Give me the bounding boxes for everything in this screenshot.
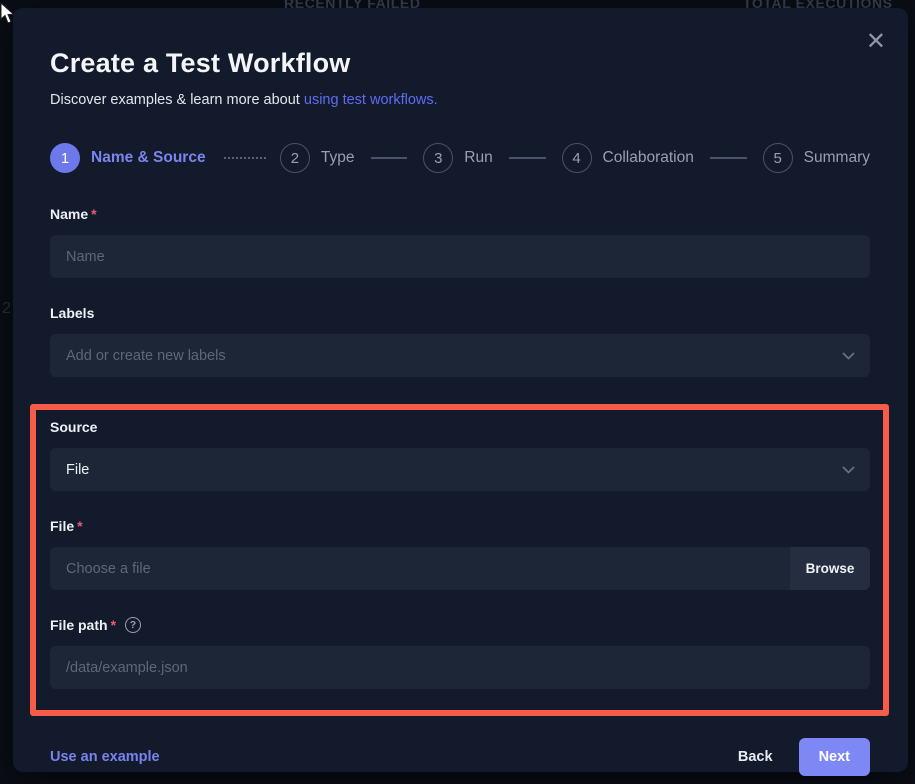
stepper-connector xyxy=(710,157,747,159)
stepper-connector xyxy=(371,157,408,159)
step-1-circle: 1 xyxy=(50,143,80,173)
use-example-link[interactable]: Use an example xyxy=(50,749,160,765)
file-input[interactable] xyxy=(50,547,790,590)
chevron-down-icon xyxy=(842,462,855,478)
close-icon[interactable]: ✕ xyxy=(866,30,886,54)
stepper-connector xyxy=(224,157,266,159)
labels-label-text: Labels xyxy=(50,305,94,321)
file-path-label: File path* ? xyxy=(50,617,870,633)
step-4-label: Collaboration xyxy=(603,149,694,167)
workflow-form: Name* Labels Add or create new labels xyxy=(50,206,870,776)
step-1-label: Name & Source xyxy=(91,149,206,167)
wizard-stepper: 1 Name & Source 2 Type 3 Run 4 Collabora… xyxy=(50,143,870,173)
source-label-text: Source xyxy=(50,419,97,435)
modal-subtitle: Discover examples & learn more about usi… xyxy=(50,92,870,108)
file-path-label-text: File path xyxy=(50,617,108,633)
step-3-circle: 3 xyxy=(423,143,453,173)
file-label: File* xyxy=(50,518,870,534)
create-test-workflow-modal: ✕ Create a Test Workflow Discover exampl… xyxy=(13,8,908,772)
required-asterisk: * xyxy=(77,518,82,534)
mouse-cursor-icon xyxy=(0,2,17,31)
name-input[interactable] xyxy=(50,235,870,278)
next-button[interactable]: Next xyxy=(799,738,870,776)
file-path-field-group: File path* ? xyxy=(50,617,870,689)
browse-button[interactable]: Browse xyxy=(790,547,870,590)
step-name-and-source[interactable]: 1 Name & Source xyxy=(50,143,206,173)
name-label-text: Name xyxy=(50,206,88,222)
step-2-label: Type xyxy=(321,149,355,167)
source-label: Source xyxy=(50,419,870,435)
back-button[interactable]: Back xyxy=(724,739,787,775)
required-asterisk: * xyxy=(91,206,96,222)
required-asterisk: * xyxy=(111,617,116,633)
source-select[interactable]: File xyxy=(50,448,870,491)
file-field-group: File* Browse xyxy=(50,518,870,590)
step-3-label: Run xyxy=(464,149,492,167)
file-path-input[interactable] xyxy=(50,646,870,689)
name-field-group: Name* xyxy=(50,206,870,278)
step-summary[interactable]: 5 Summary xyxy=(763,143,870,173)
footer-actions: Back Next xyxy=(724,738,870,776)
source-highlight-annotation: Source File File* Browse xyxy=(30,404,889,716)
background-axis-number: 2 xyxy=(2,300,11,318)
step-collaboration[interactable]: 4 Collaboration xyxy=(562,143,694,173)
step-4-circle: 4 xyxy=(562,143,592,173)
step-run[interactable]: 3 Run xyxy=(423,143,492,173)
test-workflows-link[interactable]: using test workflows. xyxy=(304,92,438,108)
labels-field-group: Labels Add or create new labels xyxy=(50,305,870,377)
labels-select-placeholder: Add or create new labels xyxy=(66,348,226,364)
file-label-text: File xyxy=(50,518,74,534)
modal-footer: Use an example Back Next xyxy=(50,738,870,776)
step-5-label: Summary xyxy=(804,149,870,167)
help-icon[interactable]: ? xyxy=(125,617,141,633)
step-2-circle: 2 xyxy=(280,143,310,173)
source-select-value: File xyxy=(66,462,89,478)
subtitle-text: Discover examples & learn more about xyxy=(50,92,304,108)
labels-label: Labels xyxy=(50,305,870,321)
labels-select[interactable]: Add or create new labels xyxy=(50,334,870,377)
file-picker-row: Browse xyxy=(50,547,870,590)
modal-title: Create a Test Workflow xyxy=(50,48,870,79)
source-field-group: Source File xyxy=(50,419,870,491)
step-5-circle: 5 xyxy=(763,143,793,173)
name-label: Name* xyxy=(50,206,870,222)
step-type[interactable]: 2 Type xyxy=(280,143,355,173)
chevron-down-icon xyxy=(842,348,855,364)
stepper-connector xyxy=(509,157,546,159)
